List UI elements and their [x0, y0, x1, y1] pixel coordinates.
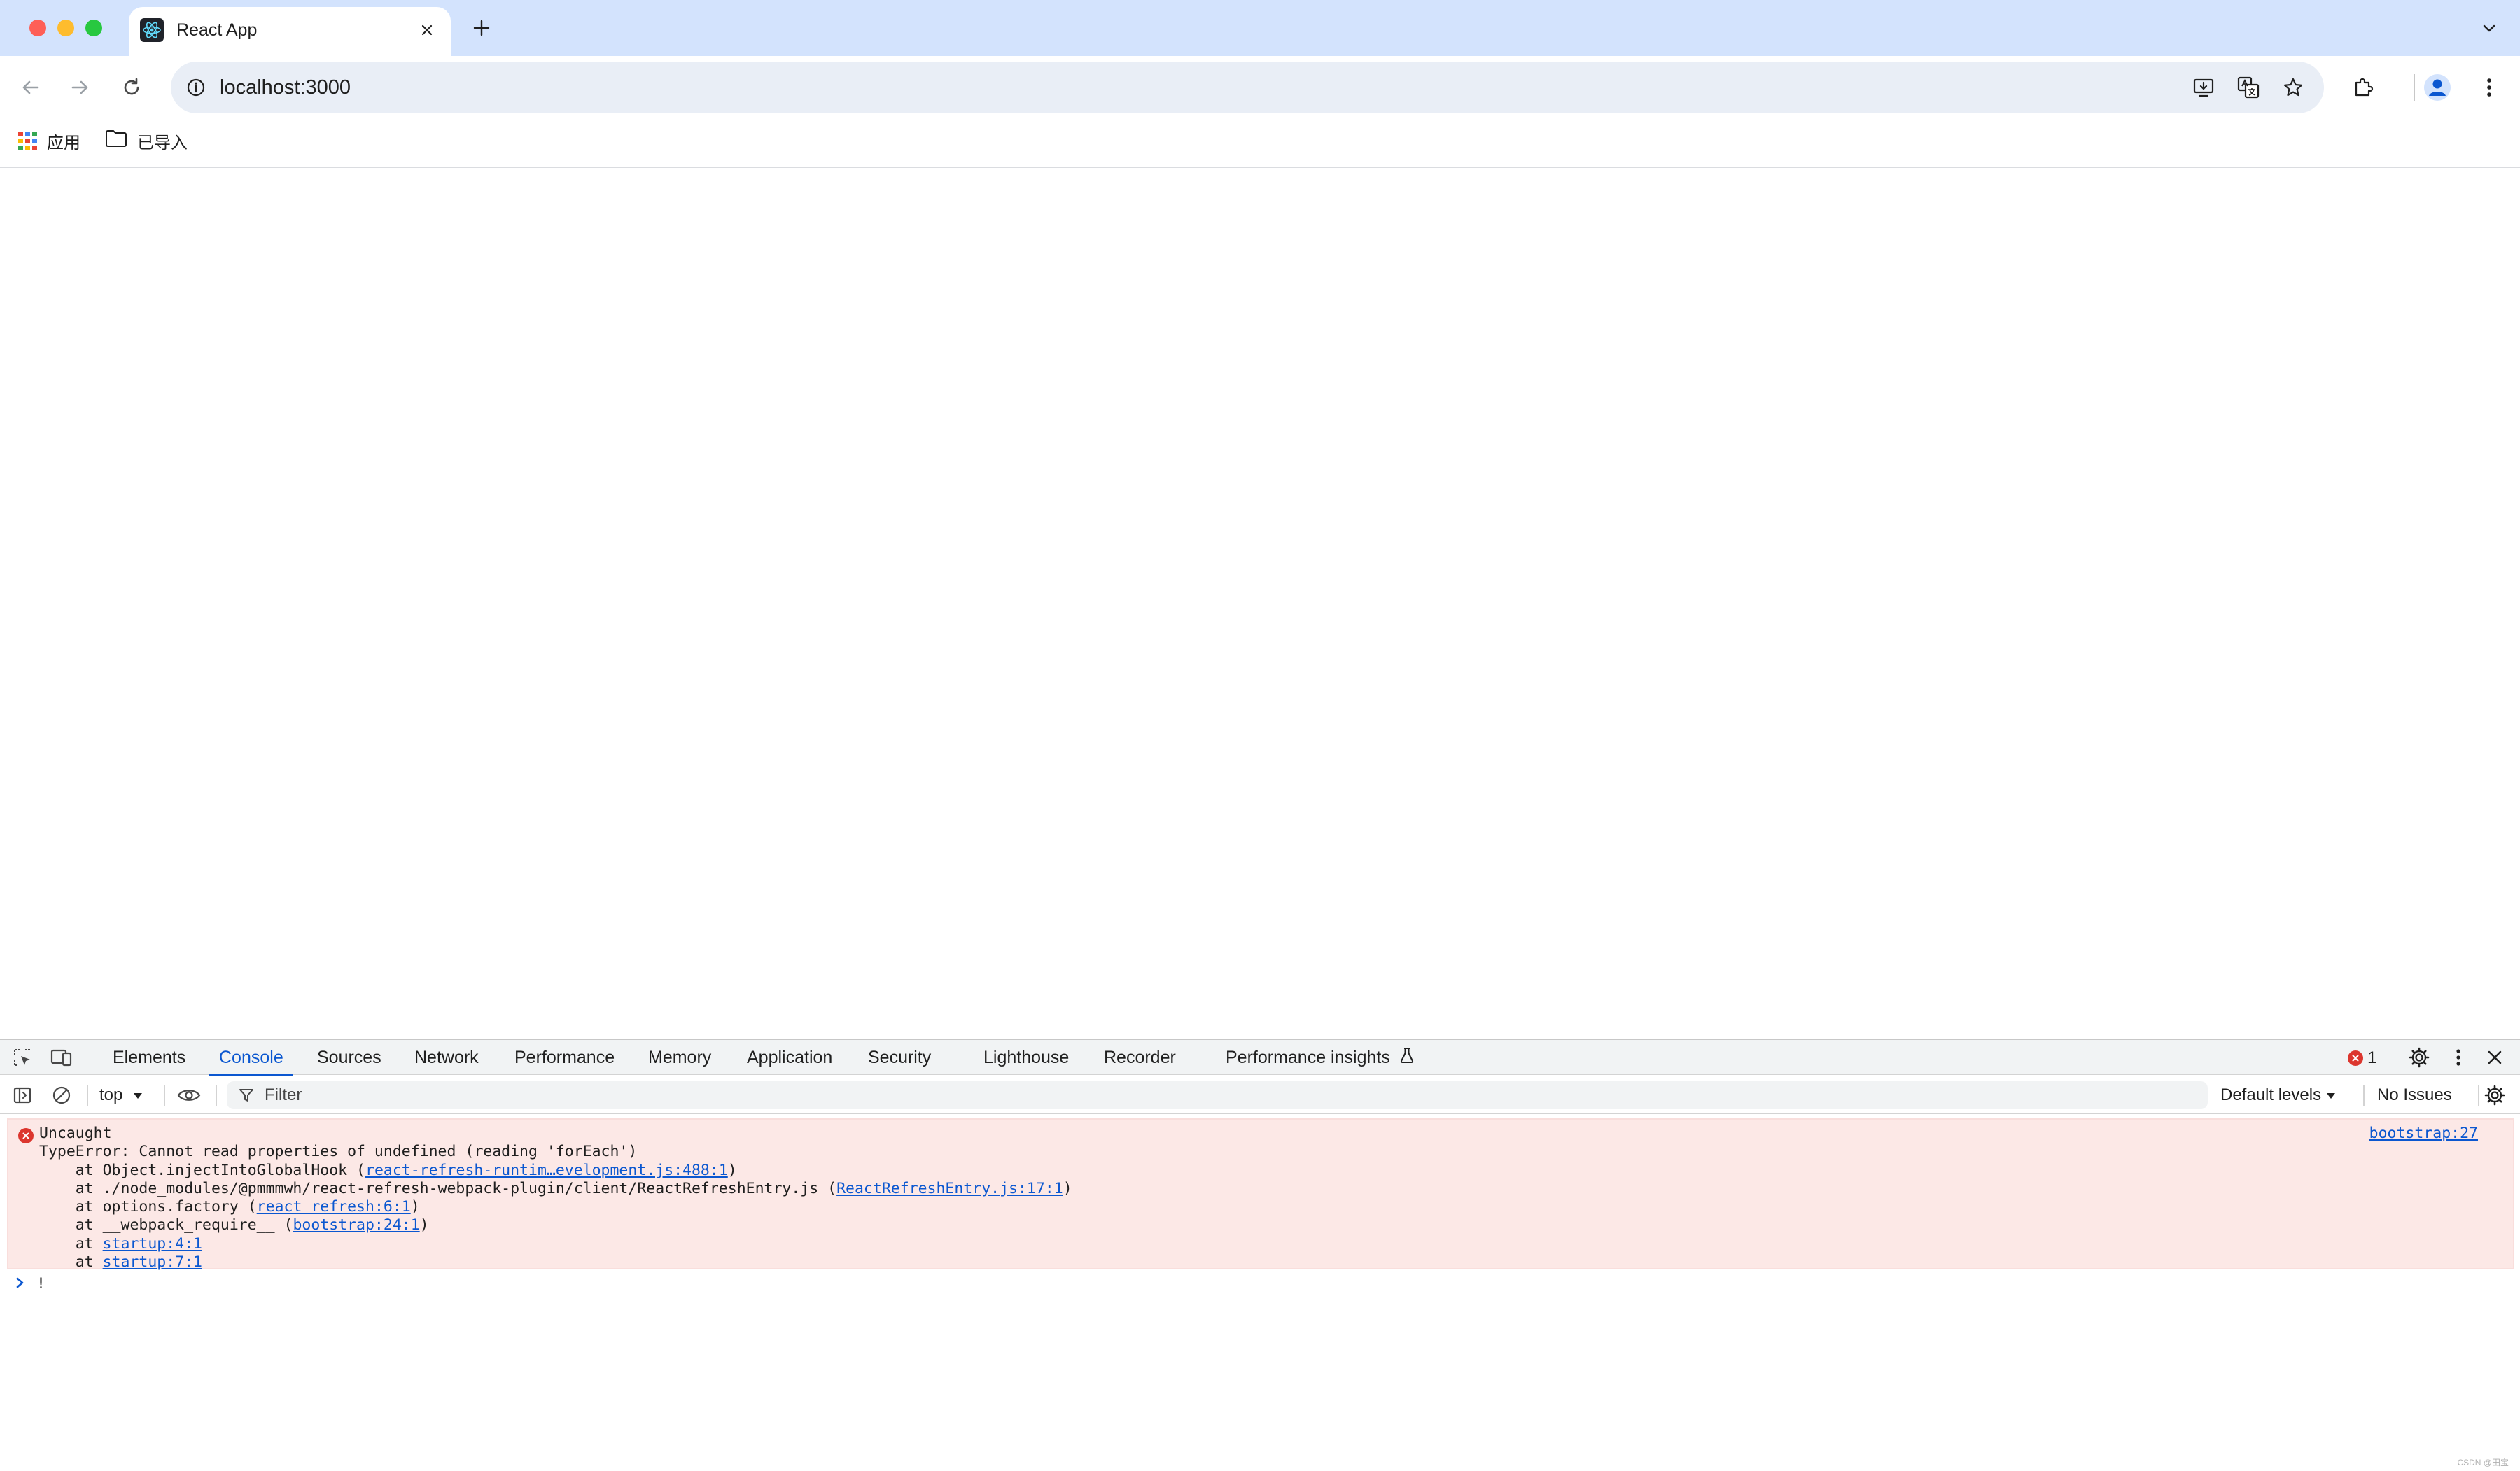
bookmark-apps[interactable]: 应用: [18, 126, 80, 155]
experiment-flask-icon: [1399, 1041, 1415, 1076]
live-expression-eye-icon[interactable]: [175, 1081, 203, 1109]
browser-toolbar: localhost:3000: [0, 56, 2520, 119]
devtools-tab-elements[interactable]: Elements: [113, 1040, 186, 1075]
stack-source-link[interactable]: react refresh:6:1: [257, 1198, 411, 1216]
devtools-tab-application[interactable]: Application: [747, 1040, 832, 1075]
folder-icon: [105, 129, 127, 153]
watermark: CSDN @田宝: [2457, 1458, 2509, 1468]
browser-tab-active[interactable]: React App: [129, 7, 451, 56]
stack-source-link[interactable]: bootstrap:24:1: [293, 1216, 419, 1234]
window-maximize-button[interactable]: [85, 20, 102, 36]
bookmark-label: 已导入: [137, 133, 188, 153]
tab-strip: React App: [0, 0, 2520, 56]
install-app-icon[interactable]: [2188, 72, 2219, 103]
back-arrow-icon[interactable]: [14, 71, 48, 104]
window-minimize-button[interactable]: [57, 20, 74, 36]
error-count-badge[interactable]: 1: [2348, 1048, 2376, 1068]
new-tab-plus-icon[interactable]: [466, 13, 497, 43]
profile-avatar-icon[interactable]: [2421, 71, 2454, 104]
apps-grid-icon: [18, 131, 37, 150]
context-value: top: [99, 1085, 123, 1104]
console-settings-gear-icon[interactable]: [2481, 1081, 2509, 1109]
toolbar-divider: [2414, 74, 2415, 101]
console-output: Uncaught TypeError: Cannot read propertie…: [0, 1115, 2520, 1471]
filter-funnel-icon: [238, 1087, 255, 1107]
stack-frame: at __webpack_require__ (bootstrap:24:1): [39, 1216, 429, 1234]
tab-label: Performance insights: [1226, 1048, 1390, 1067]
address-bar[interactable]: localhost:3000: [171, 62, 2324, 113]
dropdown-triangle-icon: [2325, 1083, 2337, 1107]
stack-source-link[interactable]: ReactRefreshEntry.js:17:1: [836, 1180, 1063, 1197]
tab-search-chevron-icon[interactable]: [2474, 13, 2505, 43]
error-message: TypeError: Cannot read properties of und…: [39, 1143, 638, 1161]
devtools-tab-bar: Elements Console Sources Network Perform…: [0, 1040, 2520, 1076]
stack-source-link[interactable]: react-refresh-runtim…evelopment.js:488:1: [365, 1162, 728, 1179]
show-console-sidebar-icon[interactable]: [8, 1081, 36, 1109]
browser-menu-kebab-icon[interactable]: [2472, 71, 2506, 104]
devtools-close-icon[interactable]: [2481, 1043, 2509, 1071]
devtools-tab-recorder[interactable]: Recorder: [1104, 1040, 1176, 1075]
filter-divider: [216, 1085, 217, 1106]
dropdown-triangle-icon: [132, 1085, 144, 1105]
console-filter-bar: top Default levels No Issues: [0, 1076, 2520, 1114]
devtools-tab-performance[interactable]: Performance: [514, 1040, 615, 1075]
bookmark-label: 应用: [47, 133, 80, 153]
console-filter-field[interactable]: [227, 1081, 2208, 1109]
devtools-tab-console[interactable]: Console: [209, 1040, 293, 1076]
devtools-settings-gear-icon[interactable]: [2405, 1043, 2433, 1071]
devtools-tab-memory[interactable]: Memory: [648, 1040, 711, 1075]
log-levels-dropdown[interactable]: Default levels: [2220, 1083, 2337, 1107]
devtools-tab-network[interactable]: Network: [414, 1040, 479, 1075]
tab-title: React App: [176, 20, 258, 40]
context-selector[interactable]: top: [99, 1083, 144, 1107]
error-source-link[interactable]: bootstrap:27: [2370, 1125, 2478, 1143]
console-prompt[interactable]: !: [15, 1275, 46, 1293]
url-text: localhost:3000: [220, 76, 351, 99]
translate-icon[interactable]: [2233, 72, 2264, 103]
extensions-puzzle-icon[interactable]: [2346, 71, 2380, 104]
stack-frame: at startup:7:1: [39, 1253, 202, 1272]
device-toolbar-icon[interactable]: [48, 1043, 76, 1071]
stack-source-link[interactable]: startup:7:1: [103, 1253, 202, 1271]
filter-divider: [2363, 1085, 2365, 1106]
error-count: 1: [2367, 1048, 2377, 1067]
bookmark-imported-folder[interactable]: 已导入: [105, 126, 188, 155]
console-error-message: Uncaught TypeError: Cannot read propertie…: [7, 1118, 2514, 1272]
filter-divider: [2478, 1085, 2479, 1106]
devtools-tab-sources[interactable]: Sources: [317, 1040, 382, 1075]
bookmarks-bar: 应用 已导入: [0, 119, 2520, 168]
prompt-chevron-icon: [15, 1276, 25, 1293]
error-text: Uncaught TypeError: Cannot read propertie…: [39, 1125, 1072, 1272]
devtools-tab-security[interactable]: Security: [868, 1040, 931, 1075]
stack-frame: at startup:4:1: [39, 1234, 202, 1253]
site-info-icon[interactable]: [181, 72, 211, 103]
error-title: Uncaught: [39, 1125, 112, 1142]
inspect-element-icon[interactable]: [8, 1043, 36, 1071]
forward-arrow-icon[interactable]: [63, 71, 97, 104]
error-x-icon: [18, 1128, 34, 1143]
clear-console-icon[interactable]: [48, 1081, 76, 1109]
stack-source-link[interactable]: startup:4:1: [103, 1235, 202, 1253]
devtools-tab-performance-insights[interactable]: Performance insights: [1226, 1040, 1415, 1075]
react-logo-icon: [140, 18, 164, 42]
devtools-panel: Elements Console Sources Network Perform…: [0, 1039, 2520, 1471]
stack-frame: at ./node_modules/@pmmmwh/react-refresh-…: [39, 1179, 1072, 1197]
page-viewport: [0, 169, 2520, 1037]
tab-close-icon[interactable]: [413, 16, 441, 44]
stack-frame: at options.factory (react refresh:6:1): [39, 1198, 420, 1216]
filter-divider: [164, 1085, 165, 1106]
stack-frame: at Object.injectIntoGlobalHook (react-re…: [39, 1161, 737, 1179]
bookmark-star-icon[interactable]: [2278, 72, 2309, 103]
levels-label: Default levels: [2220, 1085, 2322, 1104]
error-x-icon: [2348, 1050, 2363, 1066]
window-close-button[interactable]: [29, 20, 46, 36]
console-filter-input[interactable]: [263, 1083, 2153, 1108]
devtools-tab-lighthouse[interactable]: Lighthouse: [983, 1040, 1069, 1075]
filter-divider: [87, 1085, 88, 1106]
reload-icon[interactable]: [115, 71, 148, 104]
issues-counter[interactable]: No Issues: [2377, 1083, 2452, 1107]
console-input-text[interactable]: !: [36, 1275, 46, 1293]
devtools-kebab-menu-icon[interactable]: [2444, 1043, 2472, 1071]
